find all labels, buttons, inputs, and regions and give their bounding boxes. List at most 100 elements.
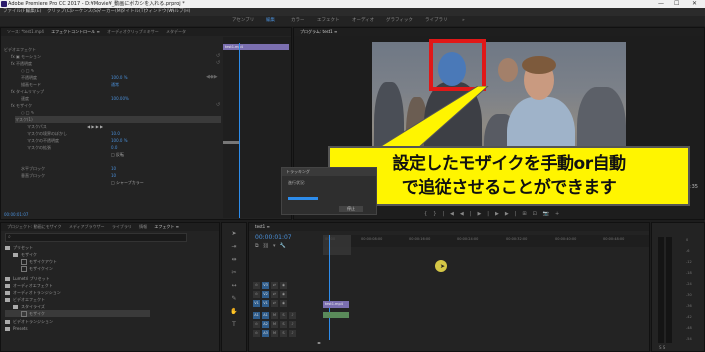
extract-icon[interactable]: ⊡ xyxy=(533,211,543,217)
tab-info[interactable]: 情報 xyxy=(139,224,147,229)
mic-icon[interactable]: ♪ xyxy=(289,321,296,328)
effect-row[interactable]: マスクの不透明度 100.0 % xyxy=(27,137,128,144)
mark-out-icon[interactable]: } xyxy=(433,211,442,217)
speed-value[interactable]: 100.00% xyxy=(111,95,129,102)
keyframe-nav-icon[interactable]: ◀◆▶ xyxy=(206,74,218,81)
export-frame-icon[interactable]: 📷 xyxy=(543,211,555,217)
eye-icon[interactable]: ◉ xyxy=(280,291,287,298)
workspace-graphics[interactable]: グラフィック xyxy=(386,16,413,26)
solo-buttons[interactable]: S S xyxy=(659,345,665,350)
solo-button[interactable]: S xyxy=(280,312,287,319)
workspace-audio[interactable]: オーディオ xyxy=(352,16,374,26)
effect-row[interactable]: 速度 100.00% xyxy=(21,95,129,102)
list-item[interactable]: モザイクイン xyxy=(21,265,53,272)
track-name[interactable]: V3 xyxy=(262,282,269,289)
track-name[interactable]: A1 xyxy=(262,312,269,319)
list-item[interactable]: モザイク xyxy=(13,251,37,258)
sharp-colors-checkbox[interactable]: □ シャープカラー xyxy=(111,179,144,186)
tab-project[interactable]: プロジェクト: 動画にモザイク xyxy=(7,224,62,229)
effect-row[interactable]: fx 不透明度 ↺ xyxy=(11,60,220,67)
mic-icon[interactable]: ♪ xyxy=(289,330,296,337)
list-item-selected[interactable]: モザイク xyxy=(5,310,150,317)
eye-icon[interactable]: ◉ xyxy=(280,300,287,307)
reset-icon[interactable]: ↺ xyxy=(216,60,220,67)
workspace-libraries[interactable]: ライブラリ xyxy=(425,16,448,26)
tab-effects[interactable]: エフェクト ≡ xyxy=(154,224,179,229)
step-back-icon[interactable]: ◀| xyxy=(460,211,478,217)
list-item[interactable]: Presets xyxy=(5,325,28,332)
workspace-more[interactable]: » xyxy=(462,16,465,26)
mini-playhead[interactable] xyxy=(239,43,240,218)
menu-help[interactable]: ヘルプ(H) xyxy=(170,8,190,16)
list-item[interactable]: Lumetri プリセット xyxy=(5,275,50,282)
workspace-assembly[interactable]: アセンブリ xyxy=(232,16,254,26)
timeline-timecode[interactable]: 00:00:01:07 xyxy=(255,234,292,241)
selection-tool-icon[interactable]: ➤ xyxy=(222,227,246,240)
list-item[interactable]: ビデオエフェクト xyxy=(5,296,45,303)
lock-icon[interactable]: ⊙ xyxy=(253,291,260,298)
play-icon[interactable]: ▶ xyxy=(477,211,487,217)
add-button-icon[interactable]: + xyxy=(555,211,565,217)
effect-row[interactable]: ○ □ ✎ xyxy=(21,67,34,74)
track-name[interactable]: V1 xyxy=(262,300,269,307)
mask-opacity-value[interactable]: 100.0 % xyxy=(111,137,128,144)
effect-row[interactable]: マスクの境界のぼかし 10.0 xyxy=(27,130,120,137)
source-patch-a1[interactable]: A1 xyxy=(253,312,260,319)
mute-button[interactable]: M xyxy=(271,321,278,328)
horizontal-blocks-value[interactable]: 10 xyxy=(111,165,116,172)
source-patch-v1[interactable]: V1 xyxy=(253,300,260,307)
linked-icon[interactable]: ⛓ xyxy=(263,243,273,249)
list-item[interactable]: プリセット xyxy=(5,244,33,251)
mute-button[interactable]: M xyxy=(271,312,278,319)
go-to-out-icon[interactable]: ▶| xyxy=(505,211,523,217)
zoom-scrollbar-handle[interactable]: ◂▸ xyxy=(317,340,323,345)
list-item[interactable]: ビデオトランジション xyxy=(5,318,53,325)
effect-row[interactable]: 描画モード 通常 xyxy=(21,81,119,88)
mask-feather-value[interactable]: 10.0 xyxy=(111,130,120,137)
menu-title[interactable]: タイトル(T) xyxy=(121,8,145,16)
effect-row[interactable]: ○ □ ✎ xyxy=(21,109,34,116)
maximize-button[interactable]: ☐ xyxy=(674,0,679,8)
go-to-in-icon[interactable]: |◀ xyxy=(442,211,460,217)
tab-media-browser[interactable]: メディアブラウザー xyxy=(69,224,105,229)
reset-icon[interactable]: ↺ xyxy=(216,53,220,60)
snap-icon[interactable]: ⧉ xyxy=(255,243,263,249)
vertical-blocks-value[interactable]: 10 xyxy=(111,172,116,179)
minimize-button[interactable]: — xyxy=(658,0,664,8)
audio-clip[interactable] xyxy=(323,312,349,318)
razor-tool-icon[interactable]: ✂ xyxy=(222,266,246,279)
list-item[interactable]: オーディオトランジション xyxy=(5,289,61,296)
playhead[interactable] xyxy=(329,235,330,340)
workspace-color[interactable]: カラー xyxy=(291,16,305,26)
workspace-effects[interactable]: エフェクト xyxy=(317,16,340,26)
work-area-bar[interactable] xyxy=(323,235,351,255)
close-button[interactable]: ✕ xyxy=(692,0,697,8)
mic-icon[interactable]: ♪ xyxy=(289,312,296,319)
reset-icon[interactable]: ↺ xyxy=(216,102,220,109)
ripple-edit-icon[interactable]: ⇹ xyxy=(222,253,246,266)
solo-button[interactable]: S xyxy=(280,321,287,328)
track-name[interactable]: V2 xyxy=(262,291,269,298)
stop-button[interactable]: 停止 xyxy=(339,206,363,212)
list-item[interactable]: モザイクアウト xyxy=(21,258,57,265)
effect-timecode[interactable]: 00:00:01:07 xyxy=(4,212,28,217)
sync-lock-icon[interactable]: ⇄ xyxy=(271,282,278,289)
eye-icon[interactable]: ◉ xyxy=(280,282,287,289)
effect-row[interactable]: fx タイムリマップ xyxy=(11,88,44,95)
tab-libraries[interactable]: ライブラリ xyxy=(112,224,132,229)
video-clip[interactable]: test1.mp4 xyxy=(323,301,349,308)
effects-search-input[interactable]: ⌕ xyxy=(5,233,187,242)
timeline-ruler[interactable]: 00:00 00:00:08:00 00:00:16:00 00:00:24:0… xyxy=(323,235,649,247)
solo-button[interactable]: S xyxy=(280,330,287,337)
menu-clip[interactable]: クリップ(C) xyxy=(47,8,72,16)
menu-edit[interactable]: 編集(E) xyxy=(26,8,41,16)
pen-tool-icon[interactable]: ✎ xyxy=(222,292,246,305)
tab-effect-controls[interactable]: エフェクトコントロール ≡ xyxy=(51,29,100,34)
slip-tool-icon[interactable]: ↔ xyxy=(222,279,246,292)
track-name[interactable]: A3 xyxy=(262,330,269,337)
effect-row[interactable]: 水平ブロック 10 xyxy=(21,165,116,172)
effect-row[interactable]: fx モザイク ↺ xyxy=(11,102,220,109)
track-select-icon[interactable]: ⇥ xyxy=(222,240,246,253)
opacity-value[interactable]: 100.0 % xyxy=(111,74,128,81)
mask-row-selected[interactable]: マスク(1) xyxy=(15,116,221,123)
